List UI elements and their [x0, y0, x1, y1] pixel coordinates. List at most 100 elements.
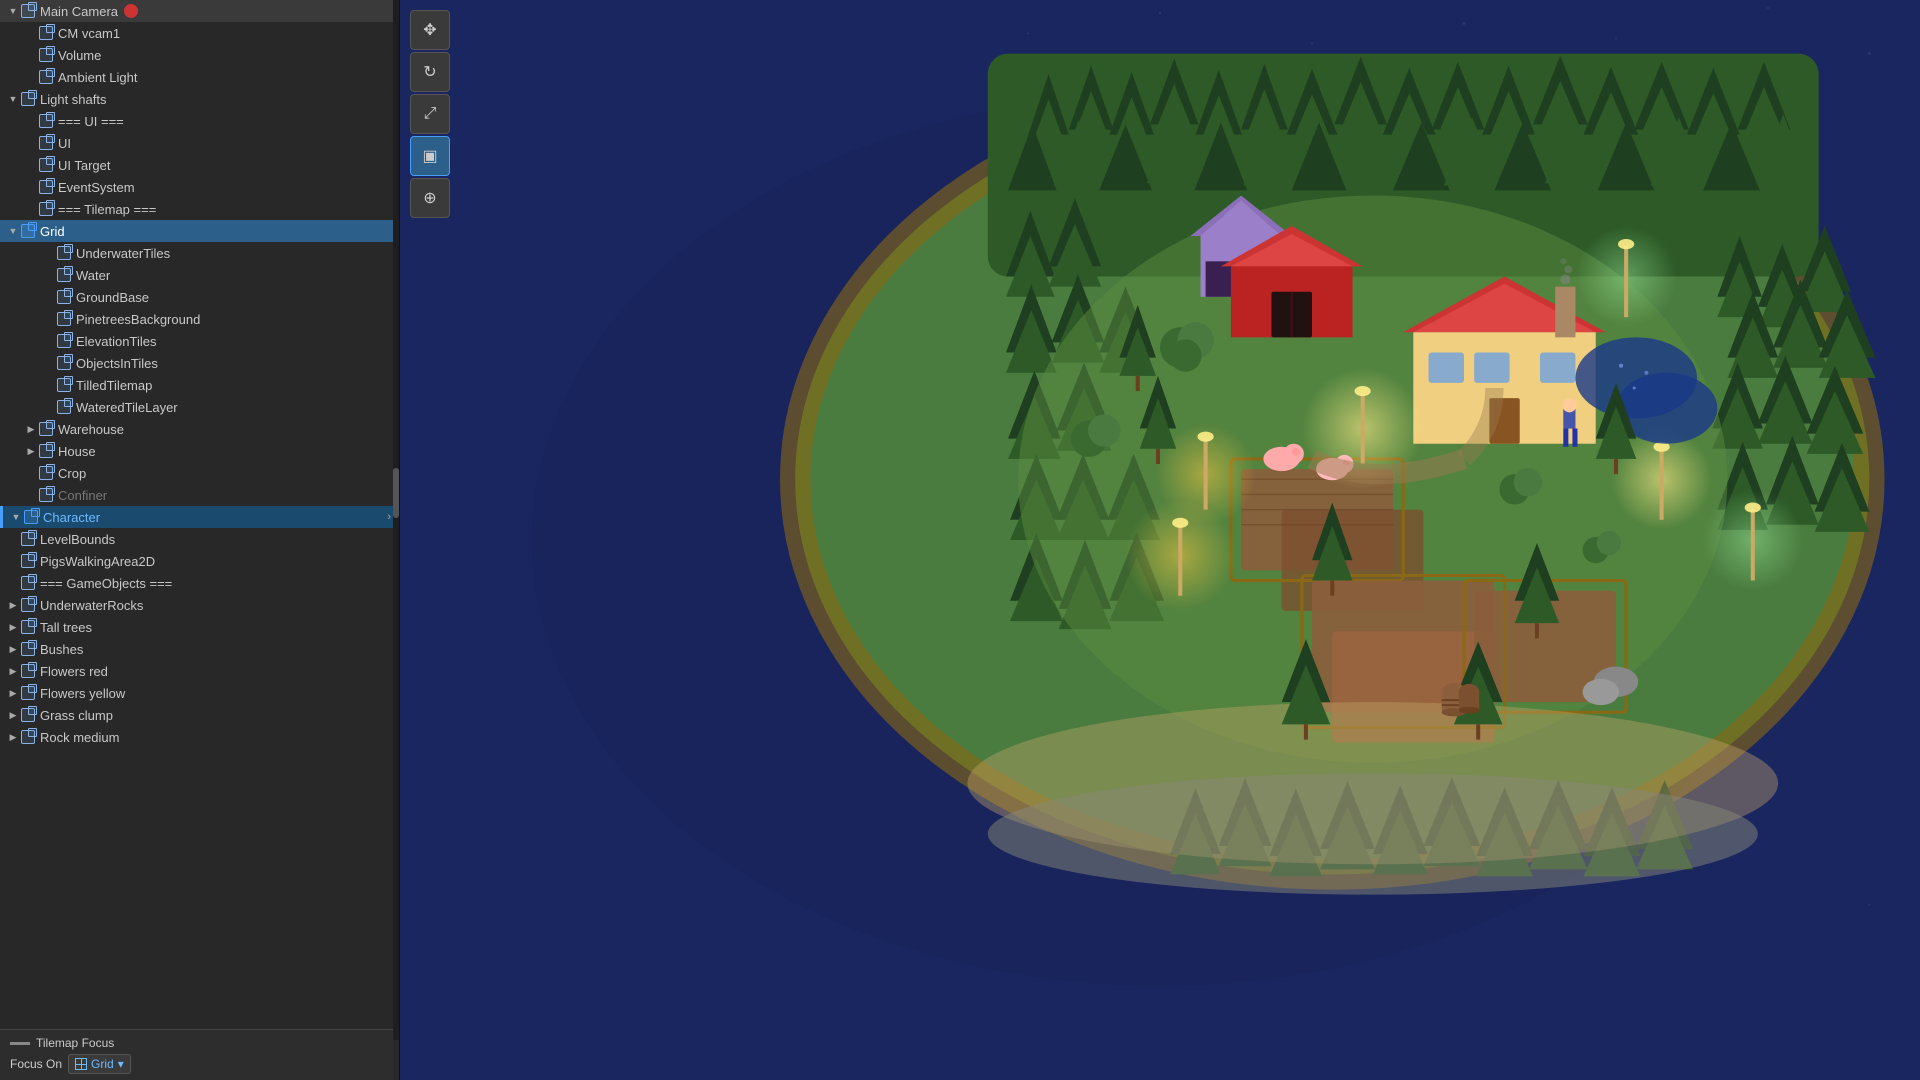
tree-item-rock-medium[interactable]: Rock medium	[0, 726, 399, 748]
tilemap-focus-title: Tilemap Focus	[10, 1036, 383, 1050]
tree-item-elevation-tiles[interactable]: ElevationTiles	[0, 330, 399, 352]
tilemap-focus-bar: Tilemap Focus Focus On Grid ▾	[0, 1029, 393, 1080]
tree-item-grid[interactable]: Grid	[0, 220, 399, 242]
tree-label-grid: Grid	[40, 224, 65, 239]
tree-item-warehouse[interactable]: Warehouse	[0, 418, 399, 440]
cube-icon-grid	[20, 223, 36, 239]
no-arrow-tilemap-sep	[24, 202, 38, 216]
no-arrow-cm-vcam1	[24, 26, 38, 40]
tree-label-elevation-tiles: ElevationTiles	[76, 334, 156, 349]
tree-label-house: House	[58, 444, 96, 459]
tree-item-underwater-tiles[interactable]: UnderwaterTiles	[0, 242, 399, 264]
tree-item-light-shafts[interactable]: Light shafts	[0, 88, 399, 110]
scale-tool-button[interactable]: ⤢	[410, 94, 450, 134]
tree-item-ui[interactable]: UI	[0, 132, 399, 154]
tree-label-bushes: Bushes	[40, 642, 83, 657]
tilemap-divider-icon	[10, 1042, 30, 1045]
no-arrow-objects-in-tiles	[42, 356, 56, 370]
cube-icon-warehouse	[38, 421, 54, 437]
tree-item-volume[interactable]: Volume	[0, 44, 399, 66]
hierarchy-list[interactable]: Main CameraCM vcam1 Volume Ambient LightLi…	[0, 0, 399, 1080]
tree-item-tilled-tilemap[interactable]: TilledTilemap	[0, 374, 399, 396]
tree-item-ambient-light[interactable]: Ambient Light	[0, 66, 399, 88]
tree-item-flowers-red[interactable]: Flowers red	[0, 660, 399, 682]
no-arrow-confiner	[24, 488, 38, 502]
tree-item-main-camera[interactable]: Main Camera	[0, 0, 399, 22]
tree-item-ui-sep[interactable]: === UI ===	[0, 110, 399, 132]
tree-label-ui-sep: === UI ===	[58, 114, 124, 129]
tree-label-tilemap-sep: === Tilemap ===	[58, 202, 156, 217]
focus-on-label: Focus On	[10, 1057, 62, 1071]
cube-icon-bushes	[20, 641, 36, 657]
tree-item-tilemap-sep[interactable]: === Tilemap ===	[0, 198, 399, 220]
tree-item-bushes[interactable]: Bushes	[0, 638, 399, 660]
tree-item-event-system[interactable]: EventSystem	[0, 176, 399, 198]
tree-label-ground-base: GroundBase	[76, 290, 149, 305]
grid-icon	[75, 1058, 87, 1070]
no-arrow-ui-target	[24, 158, 38, 172]
rotate-tool-button[interactable]: ↻	[410, 52, 450, 92]
tree-label-objects-in-tiles: ObjectsInTiles	[76, 356, 158, 371]
cube-icon-ui-sep	[38, 113, 54, 129]
expand-arrow-rock-medium	[6, 730, 20, 744]
tree-item-flowers-yellow[interactable]: Flowers yellow	[0, 682, 399, 704]
no-arrow-crop	[24, 466, 38, 480]
tree-label-crop: Crop	[58, 466, 86, 481]
no-arrow-underwater-tiles	[42, 246, 56, 260]
move-tool-button[interactable]: ✥	[410, 10, 450, 50]
tree-label-rock-medium: Rock medium	[40, 730, 119, 745]
viewport[interactable]: ✥↻⤢▣⊕	[400, 0, 1920, 1080]
tree-label-pinetrees-bg: PinetreesBackground	[76, 312, 200, 327]
no-arrow-elevation-tiles	[42, 334, 56, 348]
tree-item-ui-target[interactable]: UI Target	[0, 154, 399, 176]
tree-label-water: Water	[76, 268, 110, 283]
cube-icon-objects-in-tiles	[56, 355, 72, 371]
cube-icon-light-shafts	[20, 91, 36, 107]
scene-svg	[400, 0, 1920, 1080]
tree-label-ui: UI	[58, 136, 71, 151]
tree-item-level-bounds[interactable]: LevelBounds	[0, 528, 399, 550]
cube-icon-ui-target	[38, 157, 54, 173]
focus-on-row: Focus On Grid ▾	[10, 1054, 383, 1074]
tree-label-volume: Volume	[58, 48, 101, 63]
no-arrow-pinetrees-bg	[42, 312, 56, 326]
panel-scrollbar[interactable]	[393, 0, 399, 1040]
tree-label-level-bounds: LevelBounds	[40, 532, 115, 547]
tree-item-ground-base[interactable]: GroundBase	[0, 286, 399, 308]
expand-arrow-bushes	[6, 642, 20, 656]
tree-item-watered-tile-layer[interactable]: WateredTileLayer	[0, 396, 399, 418]
tree-item-crop[interactable]: Crop	[0, 462, 399, 484]
no-arrow-ui-sep	[24, 114, 38, 128]
tree-item-pigs-walking[interactable]: PigsWalkingArea2D	[0, 550, 399, 572]
farm-scene	[400, 0, 1920, 1080]
tree-label-confiner: Confiner	[58, 488, 107, 503]
cube-icon-ambient-light	[38, 69, 54, 85]
cube-icon-main-camera	[20, 3, 36, 19]
tree-item-underwater-rocks[interactable]: UnderwaterRocks	[0, 594, 399, 616]
tree-item-grass-clump[interactable]: Grass clump	[0, 704, 399, 726]
tree-item-house[interactable]: House	[0, 440, 399, 462]
cube-icon-pigs-walking	[20, 553, 36, 569]
tree-item-confiner[interactable]: Confiner	[0, 484, 399, 506]
tree-item-water[interactable]: Water	[0, 264, 399, 286]
transform-tool-button[interactable]: ⊕	[410, 178, 450, 218]
focus-dropdown[interactable]: Grid ▾	[68, 1054, 131, 1074]
no-arrow-event-system	[24, 180, 38, 194]
tree-item-game-objects-sep[interactable]: === GameObjects ===	[0, 572, 399, 594]
expand-arrow-grid	[6, 224, 20, 238]
tree-item-character[interactable]: Character›	[0, 506, 399, 528]
tree-item-objects-in-tiles[interactable]: ObjectsInTiles	[0, 352, 399, 374]
cube-icon-tall-trees	[20, 619, 36, 635]
tree-label-tall-trees: Tall trees	[40, 620, 92, 635]
tree-item-tall-trees[interactable]: Tall trees	[0, 616, 399, 638]
panel-scrollbar-thumb[interactable]	[393, 468, 399, 518]
right-arrow-character: ›	[387, 511, 391, 523]
tree-item-pinetrees-bg[interactable]: PinetreesBackground	[0, 308, 399, 330]
tree-item-cm-vcam1[interactable]: CM vcam1	[0, 22, 399, 44]
tree-label-underwater-rocks: UnderwaterRocks	[40, 598, 143, 613]
scene-toolbar: ✥↻⤢▣⊕	[410, 10, 450, 218]
rect-tool-button[interactable]: ▣	[410, 136, 450, 176]
no-arrow-watered-tile-layer	[42, 400, 56, 414]
no-arrow-volume	[24, 48, 38, 62]
no-arrow-ground-base	[42, 290, 56, 304]
